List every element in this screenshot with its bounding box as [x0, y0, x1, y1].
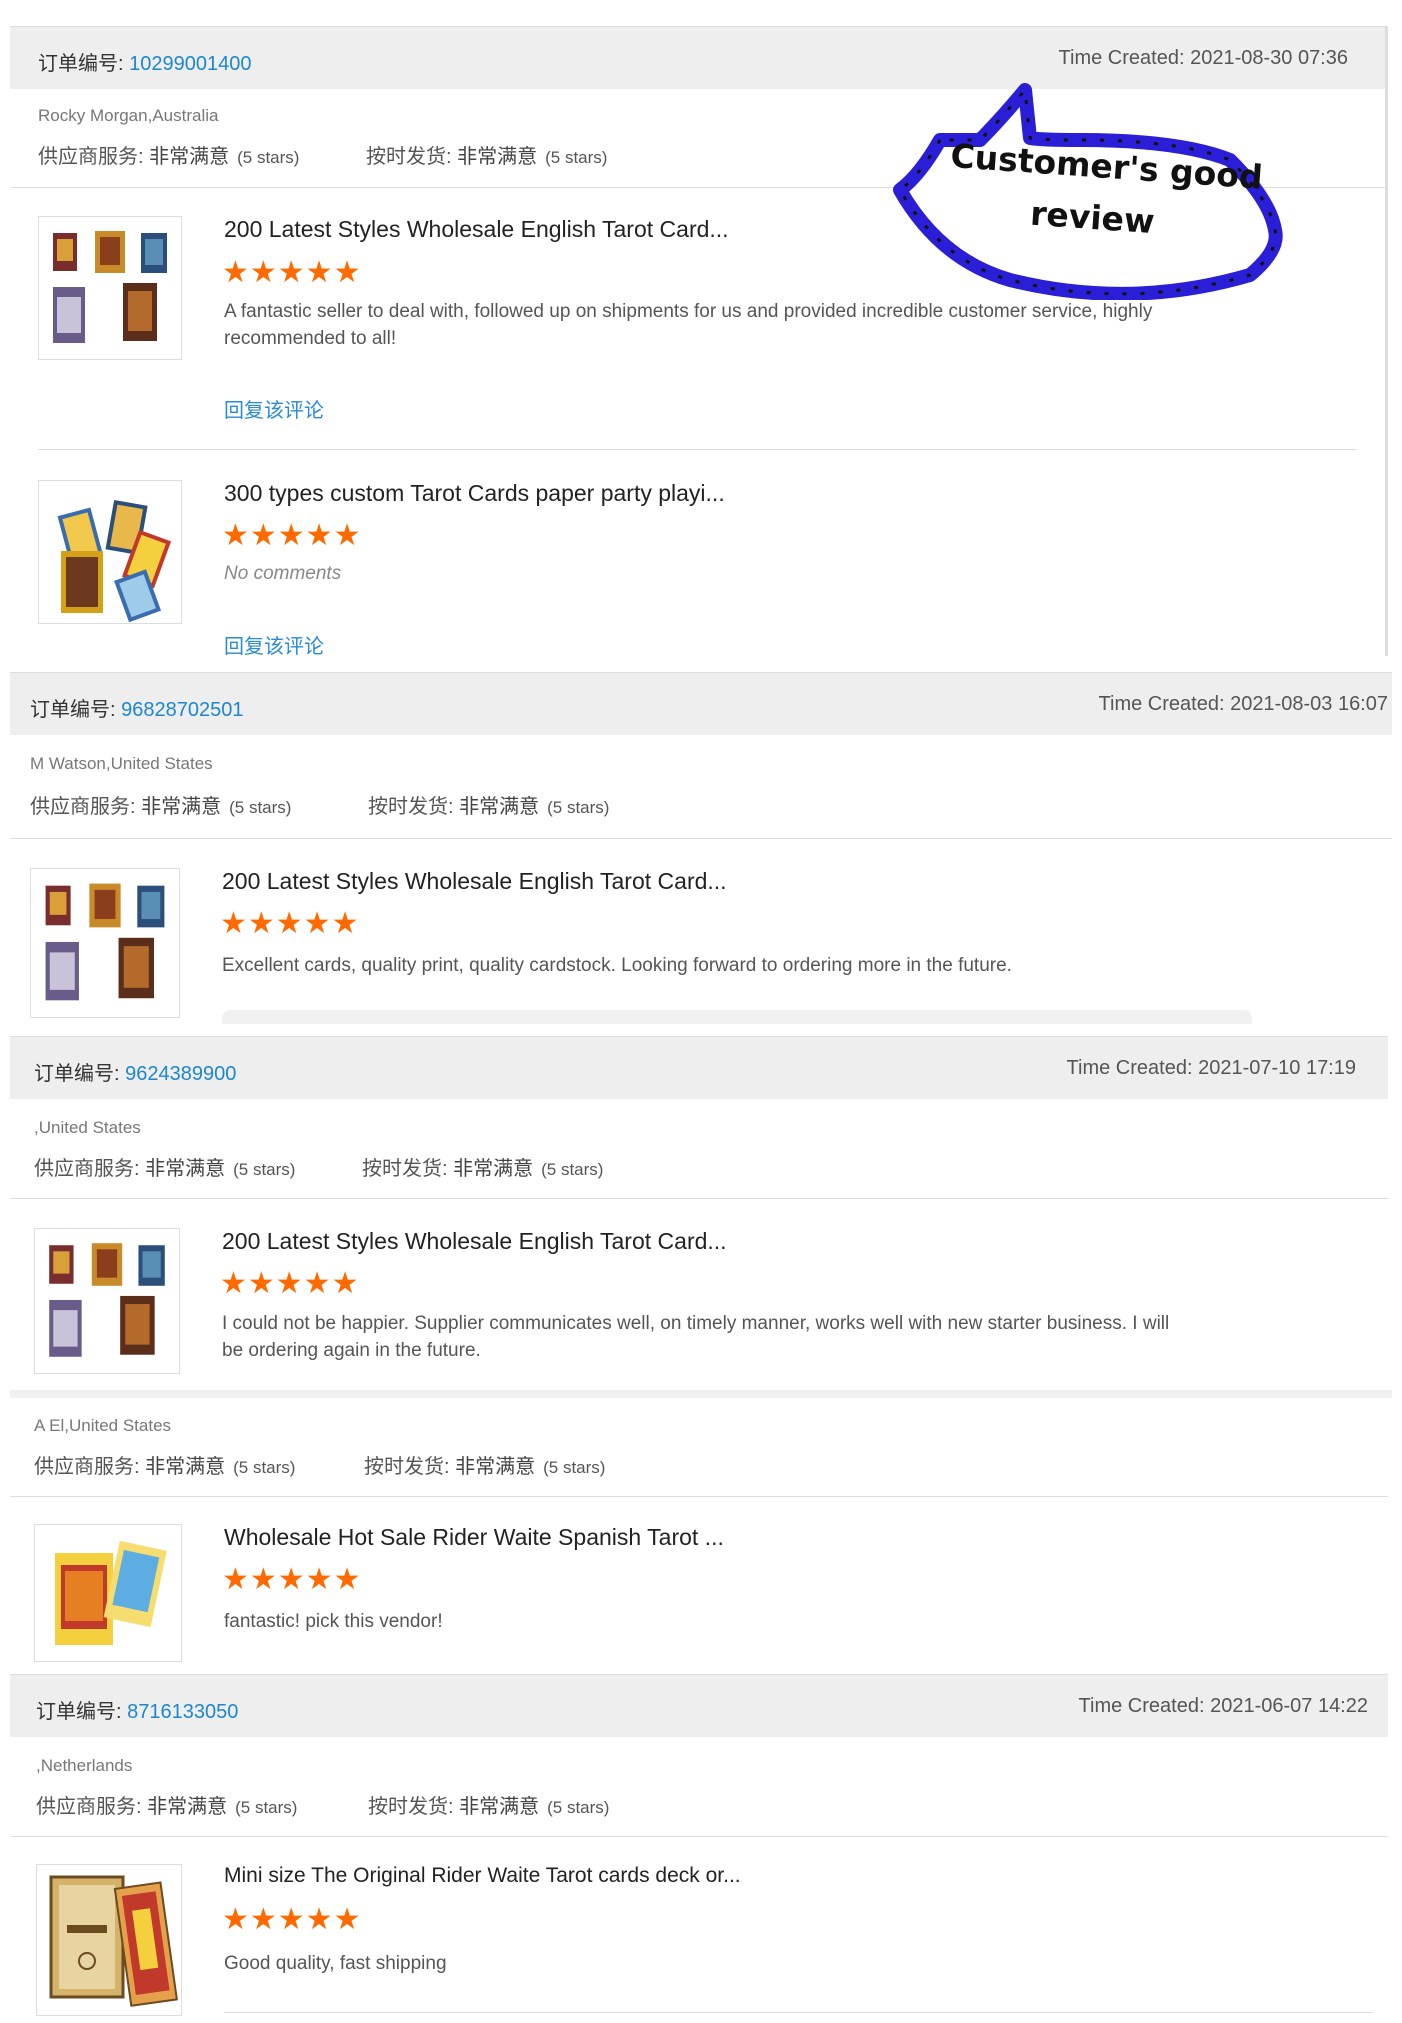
order-header: 订单编号: 96828702501 Time Created: 2021-08-…: [10, 672, 1392, 735]
divider: [10, 1496, 1388, 1497]
order-number-link[interactable]: 8716133050: [127, 1701, 238, 1723]
tarot-deck-image: [53, 231, 167, 343]
divider: [10, 1836, 1388, 1837]
product-title[interactable]: 200 Latest Styles Wholesale English Taro…: [224, 216, 729, 243]
mini-tarot-deck-image: [49, 1875, 178, 2007]
product-title[interactable]: Wholesale Hot Sale Rider Waite Spanish T…: [224, 1524, 724, 1551]
buyer-name: ,Netherlands: [36, 1756, 133, 1775]
divider: [10, 1198, 1388, 1199]
buyer-name: ,United States: [34, 1118, 141, 1137]
star-rating: ★★★★★: [222, 519, 362, 552]
order-number: 订单编号: 8716133050: [36, 1701, 239, 1723]
star-rating: ★★★★★: [222, 256, 362, 289]
buyer-name: Rocky Morgan,Australia: [38, 106, 219, 125]
speech-bubble-callout: Customer's good review: [893, 83, 1283, 300]
rating-line: 供应商服务: 非常满意 (5 stars) 按时发货: 非常满意 (5 stars): [38, 146, 608, 168]
star-rating: ★★★★★: [222, 1903, 362, 1936]
product-thumbnail[interactable]: [34, 1524, 182, 1662]
review-comment: No comments: [224, 563, 342, 584]
buyer-name: M Watson,United States: [30, 754, 213, 773]
product-title[interactable]: 200 Latest Styles Wholesale English Taro…: [222, 868, 727, 895]
review-comment: Excellent cards, quality print, quality …: [222, 955, 1012, 976]
rating-line: 供应商服务: 非常满意 (5 stars) 按时发货: 非常满意 (5 stars): [34, 1456, 606, 1478]
product-thumbnail[interactable]: [30, 868, 180, 1018]
product-thumbnail[interactable]: [38, 480, 182, 624]
divider: [38, 449, 1356, 450]
divider: [10, 838, 1392, 839]
reply-box-edge: [222, 1010, 1252, 1024]
order-header: 订单编号: 9624389900 Time Created: 2021-07-1…: [10, 1036, 1388, 1099]
section-separator: [10, 1390, 1392, 1398]
order-number-link[interactable]: 10299001400: [129, 53, 251, 75]
rating-line: 供应商服务: 非常满意 (5 stars) 按时发货: 非常满意 (5 stars): [36, 1796, 610, 1818]
review-comment: Good quality, fast shipping: [224, 1953, 447, 1974]
tarot-deck-image: [49, 1243, 165, 1357]
review-comment: fantastic! pick this vendor!: [224, 1611, 443, 1632]
product-thumbnail[interactable]: [38, 216, 182, 360]
tarot-cards-image: [57, 499, 172, 623]
rider-waite-deck-image: [55, 1540, 167, 1645]
time-created: Time Created: 2021-08-03 16:07: [1098, 693, 1388, 715]
panel-border: [1385, 26, 1388, 656]
star-rating: ★★★★★: [220, 907, 360, 940]
order-number-link[interactable]: 9624389900: [125, 1063, 236, 1085]
order-number-link[interactable]: 96828702501: [121, 699, 243, 721]
product-title[interactable]: 200 Latest Styles Wholesale English Taro…: [222, 1228, 727, 1255]
star-rating: ★★★★★: [222, 1563, 362, 1596]
reply-link[interactable]: 回复该评论: [224, 630, 324, 659]
time-created: Time Created: 2021-06-07 14:22: [1078, 1695, 1368, 1717]
review-comment: A fantastic seller to deal with, followe…: [224, 301, 1153, 349]
buyer-name: A El,United States: [34, 1416, 172, 1435]
review-comment: I could not be happier. Supplier communi…: [222, 1313, 1170, 1361]
rating-line: 供应商服务: 非常满意 (5 stars) 按时发货: 非常满意 (5 stars): [34, 1158, 604, 1180]
product-thumbnail[interactable]: [34, 1228, 180, 1374]
divider: [224, 2012, 1374, 2013]
time-created: Time Created: 2021-07-10 17:19: [1066, 1057, 1356, 1079]
order-number: 订单编号: 9624389900: [34, 1063, 237, 1085]
reply-link[interactable]: 回复该评论: [224, 394, 324, 423]
order-number: 订单编号: 96828702501: [30, 699, 244, 721]
star-rating: ★★★★★: [220, 1267, 360, 1300]
product-title[interactable]: 300 types custom Tarot Cards paper party…: [224, 480, 725, 507]
tarot-deck-image: [45, 883, 165, 1001]
product-thumbnail[interactable]: [36, 1864, 182, 2016]
order-header: 订单编号: 8716133050 Time Created: 2021-06-0…: [10, 1674, 1388, 1737]
rating-line: 供应商服务: 非常满意 (5 stars) 按时发货: 非常满意 (5 stars): [30, 796, 610, 818]
order-number: 订单编号: 10299001400: [38, 53, 252, 75]
product-title[interactable]: Mini size The Original Rider Waite Tarot…: [224, 1864, 741, 1888]
time-created: Time Created: 2021-08-30 07:36: [1058, 47, 1348, 69]
